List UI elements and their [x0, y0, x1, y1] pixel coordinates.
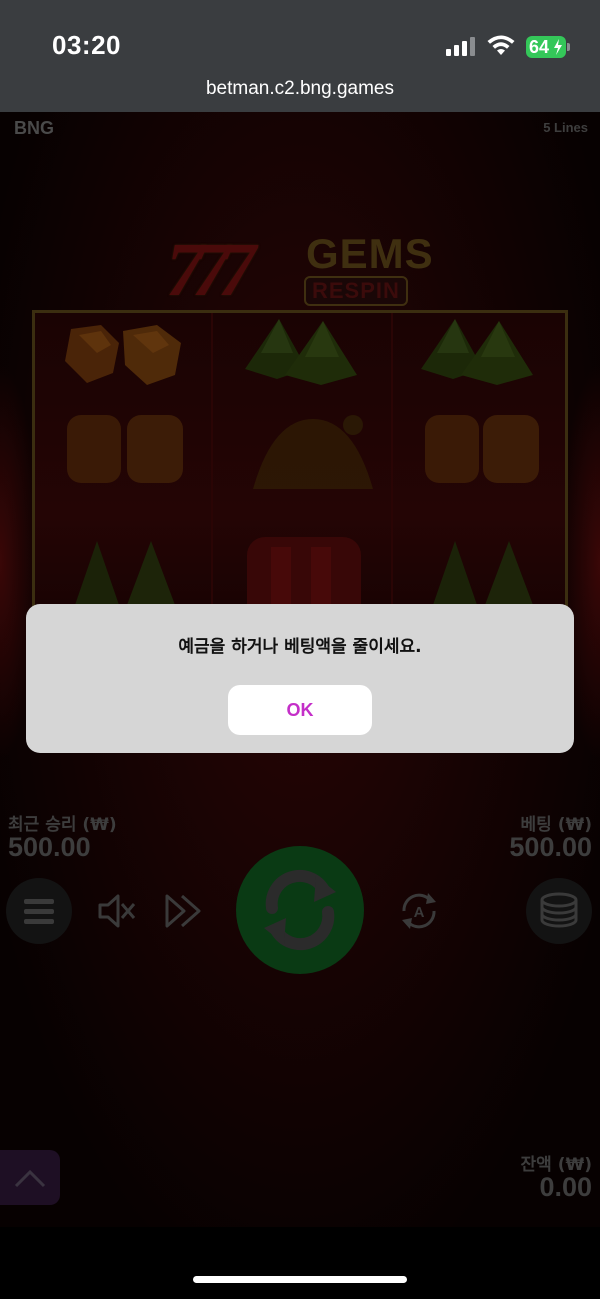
coins-stack-icon — [540, 892, 578, 928]
bet-value: 500.00 — [509, 832, 592, 862]
refresh-icon — [264, 869, 336, 951]
logo-respin: RESPIN — [304, 276, 408, 306]
green-gem-symbol — [245, 319, 357, 385]
green-gem-symbol — [421, 319, 533, 385]
home-indicator[interactable] — [193, 1276, 407, 1283]
mute-icon[interactable] — [96, 892, 138, 930]
bell-blur-symbol — [253, 415, 373, 489]
signal-icon — [446, 37, 475, 56]
menu-button[interactable] — [6, 878, 72, 944]
svg-text:A: A — [414, 904, 425, 921]
chevron-up-icon — [14, 1169, 46, 1188]
expand-button[interactable] — [0, 1150, 60, 1205]
brand-logo: BNG — [14, 118, 54, 138]
battery-level: 64 — [529, 37, 550, 57]
slot-reels — [32, 310, 568, 652]
turbo-icon[interactable] — [162, 892, 204, 930]
browser-top-bar: 03:20 64 betman.c2.bng.games — [0, 0, 600, 112]
orange-gem-blur-symbol — [425, 415, 539, 483]
logo-sevens: 777 — [166, 228, 256, 312]
dialog-message: 예금을 하거나 베팅액을 줄이세요. — [178, 637, 422, 657]
alert-dialog: 예금을 하거나 베팅액을 줄이세요. OK — [26, 604, 574, 753]
spin-button[interactable] — [236, 846, 364, 974]
battery-charging-icon: 64 — [526, 36, 570, 58]
menu-icon — [24, 899, 54, 924]
logo-gems: GEMS — [306, 230, 434, 277]
wifi-icon — [487, 35, 515, 55]
autoplay-icon[interactable]: A — [396, 888, 442, 934]
url-bar[interactable]: betman.c2.bng.games — [0, 78, 600, 100]
status-time: 03:20 — [52, 30, 121, 60]
last-win-value: 500.00 — [8, 832, 91, 862]
lines-count: 5 Lines — [543, 120, 588, 135]
orange-gem-blur-symbol — [67, 415, 183, 483]
game-logo: 777 GEMS RESPIN — [166, 230, 436, 310]
orange-gem-symbol — [65, 325, 181, 385]
green-gem-blur-symbol — [433, 541, 533, 605]
bet-settings-button[interactable] — [526, 878, 592, 944]
green-gem-blur-symbol — [75, 541, 175, 605]
ok-button[interactable]: OK — [228, 685, 372, 735]
balance-value: 0.00 — [539, 1172, 592, 1202]
